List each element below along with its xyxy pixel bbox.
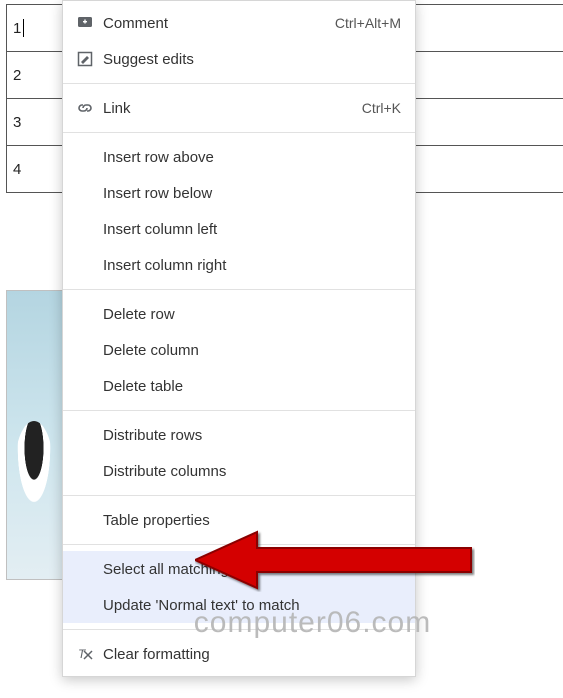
context-menu: Comment Ctrl+Alt+M Suggest edits Link Ct… xyxy=(62,0,416,677)
menu-item-table-properties[interactable]: Table properties xyxy=(63,502,415,538)
menu-label: Link xyxy=(103,100,131,117)
menu-item-delete-row[interactable]: Delete row xyxy=(63,296,415,332)
menu-item-insert-row-above[interactable]: Insert row above xyxy=(63,139,415,175)
menu-label: Insert column right xyxy=(103,257,226,274)
menu-separator xyxy=(63,544,415,545)
comment-icon xyxy=(75,13,95,33)
menu-label: Select all matching text xyxy=(103,561,257,578)
menu-label: Suggest edits xyxy=(103,51,194,68)
menu-separator xyxy=(63,495,415,496)
menu-label: Insert column left xyxy=(103,221,217,238)
menu-item-suggest-edits[interactable]: Suggest edits xyxy=(63,41,415,77)
menu-shortcut: Ctrl+K xyxy=(362,100,401,116)
clear-formatting-icon: T xyxy=(75,644,95,664)
menu-label: Insert row below xyxy=(103,185,212,202)
menu-label: Insert row above xyxy=(103,149,214,166)
menu-item-update-normal-text[interactable]: Update 'Normal text' to match xyxy=(63,587,415,623)
menu-separator xyxy=(63,289,415,290)
menu-item-insert-column-right[interactable]: Insert column right xyxy=(63,247,415,283)
menu-label: Comment xyxy=(103,15,168,32)
link-icon xyxy=(75,98,95,118)
cell-text: 3 xyxy=(13,114,21,131)
menu-item-insert-column-left[interactable]: Insert column left xyxy=(63,211,415,247)
menu-shortcut: Ctrl+Alt+M xyxy=(335,15,401,31)
menu-separator xyxy=(63,410,415,411)
menu-item-distribute-columns[interactable]: Distribute columns xyxy=(63,453,415,489)
menu-item-distribute-rows[interactable]: Distribute rows xyxy=(63,417,415,453)
menu-item-insert-row-below[interactable]: Insert row below xyxy=(63,175,415,211)
cell-text: 4 xyxy=(13,161,21,178)
menu-separator xyxy=(63,83,415,84)
background-image xyxy=(6,290,64,580)
menu-item-delete-table[interactable]: Delete table xyxy=(63,368,415,404)
menu-item-delete-column[interactable]: Delete column xyxy=(63,332,415,368)
menu-label: Table properties xyxy=(103,512,210,529)
menu-item-clear-formatting[interactable]: T Clear formatting xyxy=(63,636,415,672)
menu-label: Delete table xyxy=(103,378,183,395)
svg-text:T: T xyxy=(78,647,87,661)
menu-separator xyxy=(63,629,415,630)
cell-text: 2 xyxy=(13,67,21,84)
menu-label: Update 'Normal text' to match xyxy=(103,597,300,614)
menu-item-link[interactable]: Link Ctrl+K xyxy=(63,90,415,126)
menu-label: Distribute rows xyxy=(103,427,202,444)
menu-label: Delete row xyxy=(103,306,175,323)
menu-item-comment[interactable]: Comment Ctrl+Alt+M xyxy=(63,5,415,41)
menu-label: Distribute columns xyxy=(103,463,226,480)
suggest-edits-icon xyxy=(75,49,95,69)
text-cursor xyxy=(23,19,24,37)
menu-label: Clear formatting xyxy=(103,646,210,663)
menu-item-select-matching-text[interactable]: Select all matching text xyxy=(63,551,415,587)
cell-text: 1 xyxy=(13,20,21,37)
menu-separator xyxy=(63,132,415,133)
menu-label: Delete column xyxy=(103,342,199,359)
